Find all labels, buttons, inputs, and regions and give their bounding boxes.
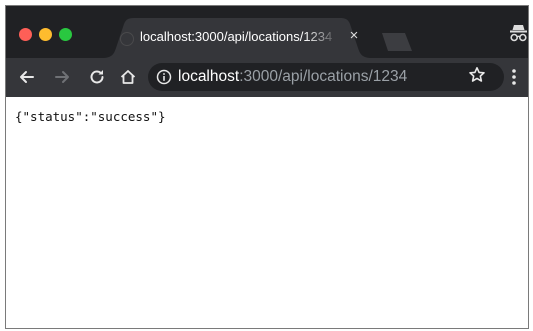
zoom-window-button[interactable] (59, 28, 72, 41)
json-response: {"status":"success"} (15, 109, 166, 124)
close-window-button[interactable] (19, 28, 32, 41)
tab-strip: localhost:3000/api/locations/1234 × (6, 6, 528, 58)
url-text[interactable]: localhost:3000/api/locations/1234 (178, 68, 407, 86)
info-icon[interactable] (156, 69, 172, 85)
url-host: localhost (178, 68, 240, 85)
new-tab-button[interactable] (378, 33, 412, 51)
address-bar[interactable]: localhost:3000/api/locations/1234 (148, 63, 504, 91)
forward-icon[interactable] (53, 68, 71, 86)
minimize-window-button[interactable] (39, 28, 52, 41)
tab-title: localhost:3000/api/locations/1234 (140, 29, 333, 44)
home-icon[interactable] (119, 68, 137, 86)
back-icon[interactable] (18, 68, 36, 86)
toolbar: localhost:3000/api/locations/1234 (6, 58, 528, 97)
menu-icon[interactable] (511, 68, 517, 86)
reload-icon[interactable] (88, 68, 106, 86)
bookmark-star-icon[interactable] (468, 66, 486, 84)
url-path: :3000/api/locations/1234 (239, 68, 408, 85)
tab-active[interactable]: localhost:3000/api/locations/1234 × (102, 18, 372, 58)
tab-close-icon[interactable]: × (346, 28, 362, 44)
incognito-icon (510, 25, 527, 42)
favicon-icon (120, 32, 134, 46)
browser-window: localhost:3000/api/locations/1234 × loca… (5, 5, 529, 329)
page-content: {"status":"success"} (6, 97, 528, 328)
